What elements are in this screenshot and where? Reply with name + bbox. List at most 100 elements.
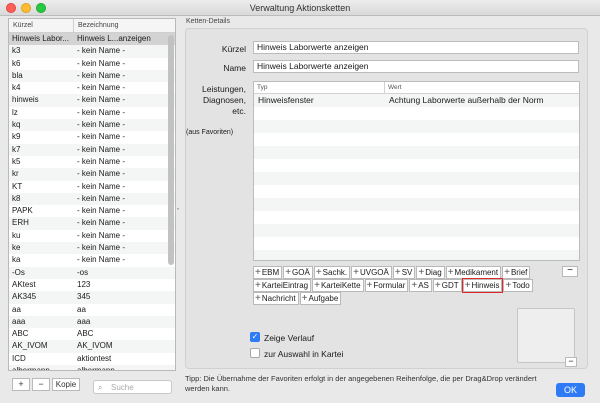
column-header-typ[interactable]: Typ xyxy=(254,82,385,93)
remove-preview-button[interactable]: − xyxy=(565,357,577,367)
list-item[interactable]: k8 - kein Name - xyxy=(9,192,175,206)
list-item[interactable]: ICD aktiontest xyxy=(9,353,175,365)
list-item[interactable]: k6 - kein Name - xyxy=(9,58,175,70)
list-item[interactable]: ku - kein Name - xyxy=(9,230,175,242)
zeige-verlauf-checkbox[interactable]: ✓ xyxy=(250,332,260,342)
add-aufgabe-button[interactable]: +Aufgabe xyxy=(299,292,342,305)
list-item[interactable]: aaa aaa xyxy=(9,315,175,329)
add-sv-button[interactable]: +SV xyxy=(392,266,416,279)
minimize-window-button[interactable] xyxy=(21,3,31,13)
list-item[interactable]: AK_IVOM AK_IVOM xyxy=(9,340,175,353)
add-medikament-button[interactable]: +Medikament xyxy=(445,266,502,279)
table-row-empty xyxy=(254,198,579,211)
add-as-button[interactable]: +AS xyxy=(409,279,432,292)
list-item-kuerzel: k9 xyxy=(12,132,21,142)
tip-text: Tipp: Die Übernahme der Favoriten erfolg… xyxy=(185,374,537,393)
button-label: KarteiEintrag xyxy=(261,281,309,290)
list-item[interactable]: hinweis - kein Name - xyxy=(9,94,175,107)
list-item-bezeichnung: - kein Name - xyxy=(77,132,126,142)
column-header-kuerzel[interactable]: Kürzel xyxy=(9,19,74,32)
add-ebm-button[interactable]: +EBM xyxy=(253,266,283,279)
add-karteikette-button[interactable]: +KarteiKette xyxy=(312,279,364,292)
button-label: GOÄ xyxy=(292,268,310,277)
list-item[interactable]: k5 - kein Name - xyxy=(9,156,175,168)
column-header-bezeichnung[interactable]: Bezeichnung xyxy=(74,19,167,32)
list-item-kuerzel: hinweis xyxy=(12,95,39,105)
table-row-empty xyxy=(254,120,579,133)
copy-chain-button[interactable]: Kopie xyxy=(52,378,80,391)
add-brief-button[interactable]: +Brief xyxy=(502,266,531,279)
list-item[interactable]: -Os -os xyxy=(9,266,175,279)
search-input[interactable]: ⌕ Suche xyxy=(93,380,172,394)
plus-icon: + xyxy=(504,267,510,278)
list-item[interactable]: Hinweis Labor... Hinweis L...anzeigen xyxy=(9,33,175,46)
list-item-kuerzel: bla xyxy=(12,70,23,80)
list-item[interactable]: aa aa xyxy=(9,304,175,316)
kuerzel-field[interactable]: Hinweis Laborwerte anzeigen xyxy=(253,41,579,54)
list-item[interactable]: k4 - kein Name - xyxy=(9,82,175,94)
add-nachricht-button[interactable]: +Nachricht xyxy=(253,292,299,305)
favorites-table[interactable]: Typ Wert Hinweisfenster Achtung Laborwert… xyxy=(253,81,580,261)
list-scrollbar[interactable] xyxy=(168,35,174,265)
list-item-bezeichnung: albermann xyxy=(77,366,115,371)
list-item-bezeichnung: aktiontest xyxy=(77,353,112,363)
table-row-empty xyxy=(254,237,579,250)
zoom-window-button[interactable] xyxy=(36,3,46,13)
add-formular-button[interactable]: +Formular xyxy=(364,279,409,292)
add-hinweis-button[interactable]: +Hinweis xyxy=(461,278,504,293)
list-item[interactable]: ka - kein Name - xyxy=(9,254,175,266)
add-uvgoä-button[interactable]: +UVGOÄ xyxy=(351,266,392,279)
list-item[interactable]: albermann albermann xyxy=(9,365,175,371)
list-item-bezeichnung: 345 xyxy=(77,292,91,302)
add-sachk--button[interactable]: +Sachk. xyxy=(313,266,351,279)
list-item[interactable]: ERH - kein Name - xyxy=(9,217,175,230)
plus-icon: + xyxy=(434,280,441,291)
list-item-bezeichnung: AK_IVOM xyxy=(77,341,113,351)
list-item-kuerzel: k5 xyxy=(12,156,21,166)
list-item[interactable]: bla - kein Name - xyxy=(9,69,175,83)
button-label: Todo xyxy=(512,281,530,290)
list-item[interactable]: ABC ABC xyxy=(9,328,175,340)
add-chain-button[interactable]: + xyxy=(12,378,30,391)
list-item-kuerzel: KT xyxy=(12,181,23,191)
preview-image-well[interactable] xyxy=(517,308,575,363)
list-item[interactable]: k7 - kein Name - xyxy=(9,143,175,156)
add-todo-button[interactable]: +Todo xyxy=(503,279,533,292)
ok-button[interactable]: OK xyxy=(556,383,585,397)
table-row[interactable]: Hinweisfenster Achtung Laborwerte außerha… xyxy=(254,94,579,107)
list-item-bezeichnung: - kein Name - xyxy=(77,243,126,253)
name-field[interactable]: Hinweis Laborwerte anzeigen xyxy=(253,60,579,73)
add-diag-button[interactable]: +Diag xyxy=(416,266,445,279)
list-item-kuerzel: AK_IVOM xyxy=(12,341,48,351)
plus-icon: + xyxy=(285,267,292,278)
list-item[interactable]: kq - kein Name - xyxy=(9,119,175,132)
list-item[interactable]: k9 - kein Name - xyxy=(9,131,175,143)
list-item[interactable]: lz - kein Name - xyxy=(9,107,175,119)
list-item[interactable]: PAPK - kein Name - xyxy=(9,205,175,217)
button-label: Formular xyxy=(373,281,406,290)
list-item[interactable]: kr - kein Name - xyxy=(9,168,175,181)
chain-list[interactable]: Kürzel Bezeichnung Hinweis Labor... Hinwe… xyxy=(8,18,176,371)
close-window-button[interactable] xyxy=(6,3,16,13)
list-item[interactable]: AKtest 123 xyxy=(9,279,175,291)
list-item[interactable]: ke - kein Name - xyxy=(9,242,175,255)
remove-chain-button[interactable]: − xyxy=(32,378,50,391)
zur-auswahl-checkbox[interactable] xyxy=(250,348,260,358)
list-item[interactable]: KT - kein Name - xyxy=(9,181,175,193)
list-item-kuerzel: ka xyxy=(12,255,21,265)
list-item-bezeichnung: - kein Name - xyxy=(77,169,126,179)
add-gdt-button[interactable]: +GDT xyxy=(432,279,462,292)
list-item-bezeichnung: ABC xyxy=(77,329,94,339)
remove-favorite-button[interactable]: − xyxy=(562,266,578,277)
column-header-wert[interactable]: Wert xyxy=(385,82,402,93)
add-goä-button[interactable]: +GOÄ xyxy=(283,266,313,279)
add-karteieintrag-button[interactable]: +KarteiEintrag xyxy=(253,279,312,292)
plus-icon: + xyxy=(394,267,401,278)
list-item-bezeichnung: - kein Name - xyxy=(77,218,126,228)
list-item[interactable]: AK345 345 xyxy=(9,291,175,304)
list-item-bezeichnung: - kein Name - xyxy=(77,181,126,191)
split-handle[interactable]: • xyxy=(177,207,179,213)
button-label: Sachk. xyxy=(322,268,348,277)
list-item-bezeichnung: - kein Name - xyxy=(77,107,126,117)
list-item[interactable]: k3 - kein Name - xyxy=(9,45,175,58)
